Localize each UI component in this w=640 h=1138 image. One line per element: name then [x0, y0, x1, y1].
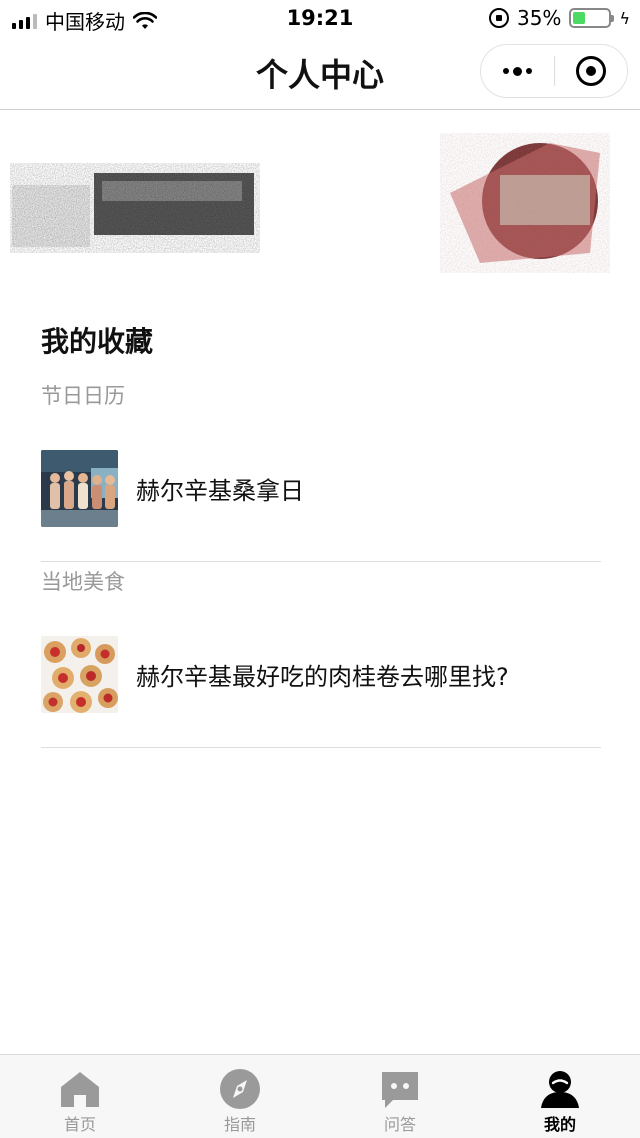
more-button[interactable]: [481, 45, 554, 97]
home-icon: [58, 1067, 102, 1111]
favorite-item[interactable]: 赫尔辛基最好吃的肉桂卷去哪里找?: [41, 602, 601, 748]
tab-qa[interactable]: 问答: [320, 1055, 480, 1138]
compass-icon: [218, 1067, 262, 1111]
group-label: 当地美食: [41, 570, 125, 594]
favorite-item[interactable]: 赫尔辛基桑拿日: [41, 416, 601, 562]
status-right: 35% ϟ: [488, 6, 630, 30]
close-button[interactable]: [555, 45, 628, 97]
status-bar: 中国移动 19:21 35% ϟ: [0, 0, 640, 36]
favorites-section: 我的收藏 节日日历 赫尔辛基桑拿日 当地美食 赫尔辛基最好吃的肉桂卷去哪里找?: [0, 296, 640, 1054]
tab-label: 问答: [383, 1115, 416, 1134]
orientation-lock-icon: [488, 8, 509, 28]
redacted-avatar: [440, 133, 610, 273]
more-dots-icon: [502, 66, 532, 76]
favorite-item-title: 赫尔辛基最好吃的肉桂卷去哪里找?: [136, 663, 509, 691]
redacted-username: [10, 163, 260, 253]
battery-fill: [573, 12, 586, 24]
favorites-group-festival: 节日日历 赫尔辛基桑拿日: [41, 376, 601, 562]
group-label: 节日日历: [41, 384, 125, 408]
battery-icon: [569, 8, 615, 28]
tab-label: 我的: [543, 1115, 576, 1134]
tab-bar: 首页 指南 问答 我的: [0, 1054, 640, 1138]
pastry-thumbnail: [41, 636, 118, 713]
tab-home[interactable]: 首页: [0, 1055, 160, 1138]
profile-header: [0, 111, 640, 296]
target-circle-icon: [575, 56, 606, 86]
app-root: 中国移动 19:21 35% ϟ 个人中心 我的收藏 节日日历 赫尔辛基桑拿日 …: [0, 0, 640, 1138]
tab-me[interactable]: 我的: [480, 1055, 640, 1138]
favorite-item-title: 赫尔辛基桑拿日: [136, 477, 304, 505]
battery-percent: 35%: [516, 6, 562, 30]
tab-label: 首页: [63, 1115, 96, 1134]
sauna-thumbnail: [41, 450, 118, 527]
tab-guide[interactable]: 指南: [160, 1055, 320, 1138]
tab-label: 指南: [223, 1115, 256, 1134]
charging-icon: ϟ: [619, 8, 630, 28]
nav-bar: 个人中心: [0, 36, 640, 110]
favorites-group-food: 当地美食 赫尔辛基最好吃的肉桂卷去哪里找?: [41, 562, 601, 748]
chat-icon: [378, 1067, 422, 1111]
favorites-title: 我的收藏: [41, 325, 154, 358]
user-icon: [538, 1067, 582, 1111]
mini-program-capsule: [480, 44, 628, 98]
